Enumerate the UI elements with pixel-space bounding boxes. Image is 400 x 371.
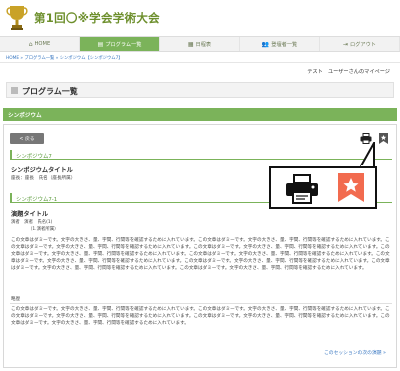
nav-schedule[interactable]: ▦ 日程表 <box>160 37 240 51</box>
next-presentation-link[interactable]: このセッションの次の演題 » <box>324 349 386 356</box>
home-icon: ⌂ <box>28 40 33 48</box>
presentation-title: 演題タイトル <box>11 211 49 218</box>
symposium-title: シンポジウムタイトル <box>11 167 73 174</box>
presenter-name: 演者 演者 氏名(1) <box>11 220 53 225</box>
page-heading-box: プログラム一覧 <box>6 82 394 98</box>
users-icon: 👥 <box>261 40 270 48</box>
nav-program-list[interactable]: ▤ プログラム一覧 <box>80 37 160 51</box>
symposium-chair: 座長：座長 氏名（座長所属） <box>11 176 76 181</box>
biography-label: 略歴 <box>11 297 21 302</box>
bookmark-icon-enlarged <box>338 173 364 202</box>
nav-speakers[interactable]: 👥 登壇者一覧 <box>240 37 320 51</box>
back-button[interactable]: < 戻る <box>10 133 44 144</box>
mypage-link[interactable]: テスト ユーザーさんのマイページ <box>307 68 390 75</box>
biography-divider <box>10 303 392 304</box>
nav-logout[interactable]: ⇥ ログアウト <box>320 37 400 51</box>
header: 第1回〇※学会学術大会 <box>0 0 400 36</box>
list-icon: ▤ <box>97 40 104 48</box>
heading-square-icon <box>11 87 18 94</box>
presentation-abstract: この文章はダミーです。文字の大きさ、量、字間、行間等を確認するために入れています… <box>11 238 390 271</box>
presenter-affiliation: （1.演者所属） <box>28 227 59 232</box>
nav-speakers-label: 登壇者一覧 <box>271 41 298 48</box>
nav-home-label: HOME <box>34 41 51 47</box>
symposium-code-bar: シンポジウム7 <box>10 150 392 160</box>
logout-icon: ⇥ <box>343 40 349 48</box>
site-title[interactable]: 第1回〇※学会学術大会 <box>34 10 160 26</box>
callout-pointer <box>359 142 375 168</box>
section-title-bar: シンポジウム <box>3 108 397 121</box>
biography-text: この文章はダミーです。文字の大きさ、量、字間、行間等を確認するために入れています… <box>11 307 390 326</box>
nav-program-list-label: プログラム一覧 <box>105 41 142 48</box>
calendar-icon: ▦ <box>187 40 194 48</box>
print-icon-enlarged <box>286 174 318 204</box>
nav-logout-label: ログアウト <box>350 41 376 48</box>
nav-home[interactable]: ⌂ HOME <box>0 37 80 51</box>
nav-schedule-label: 日程表 <box>195 41 212 48</box>
divider <box>0 62 400 63</box>
main-nav: ⌂ HOME ▤ プログラム一覧 ▦ 日程表 👥 登壇者一覧 ⇥ ログアウト <box>0 36 400 52</box>
breadcrumb[interactable]: HOME » プログラム一覧 » シンポジウム【シンポジウム7】 <box>6 55 123 61</box>
bookmark-icon[interactable] <box>379 133 388 144</box>
page-title: プログラム一覧 <box>22 87 78 96</box>
session-panel: < 戻る シンポジウム7 シンポジウムタイトル 座長：座長 氏名（座長所属） シ… <box>3 124 397 368</box>
trophy-logo-icon <box>6 6 28 30</box>
